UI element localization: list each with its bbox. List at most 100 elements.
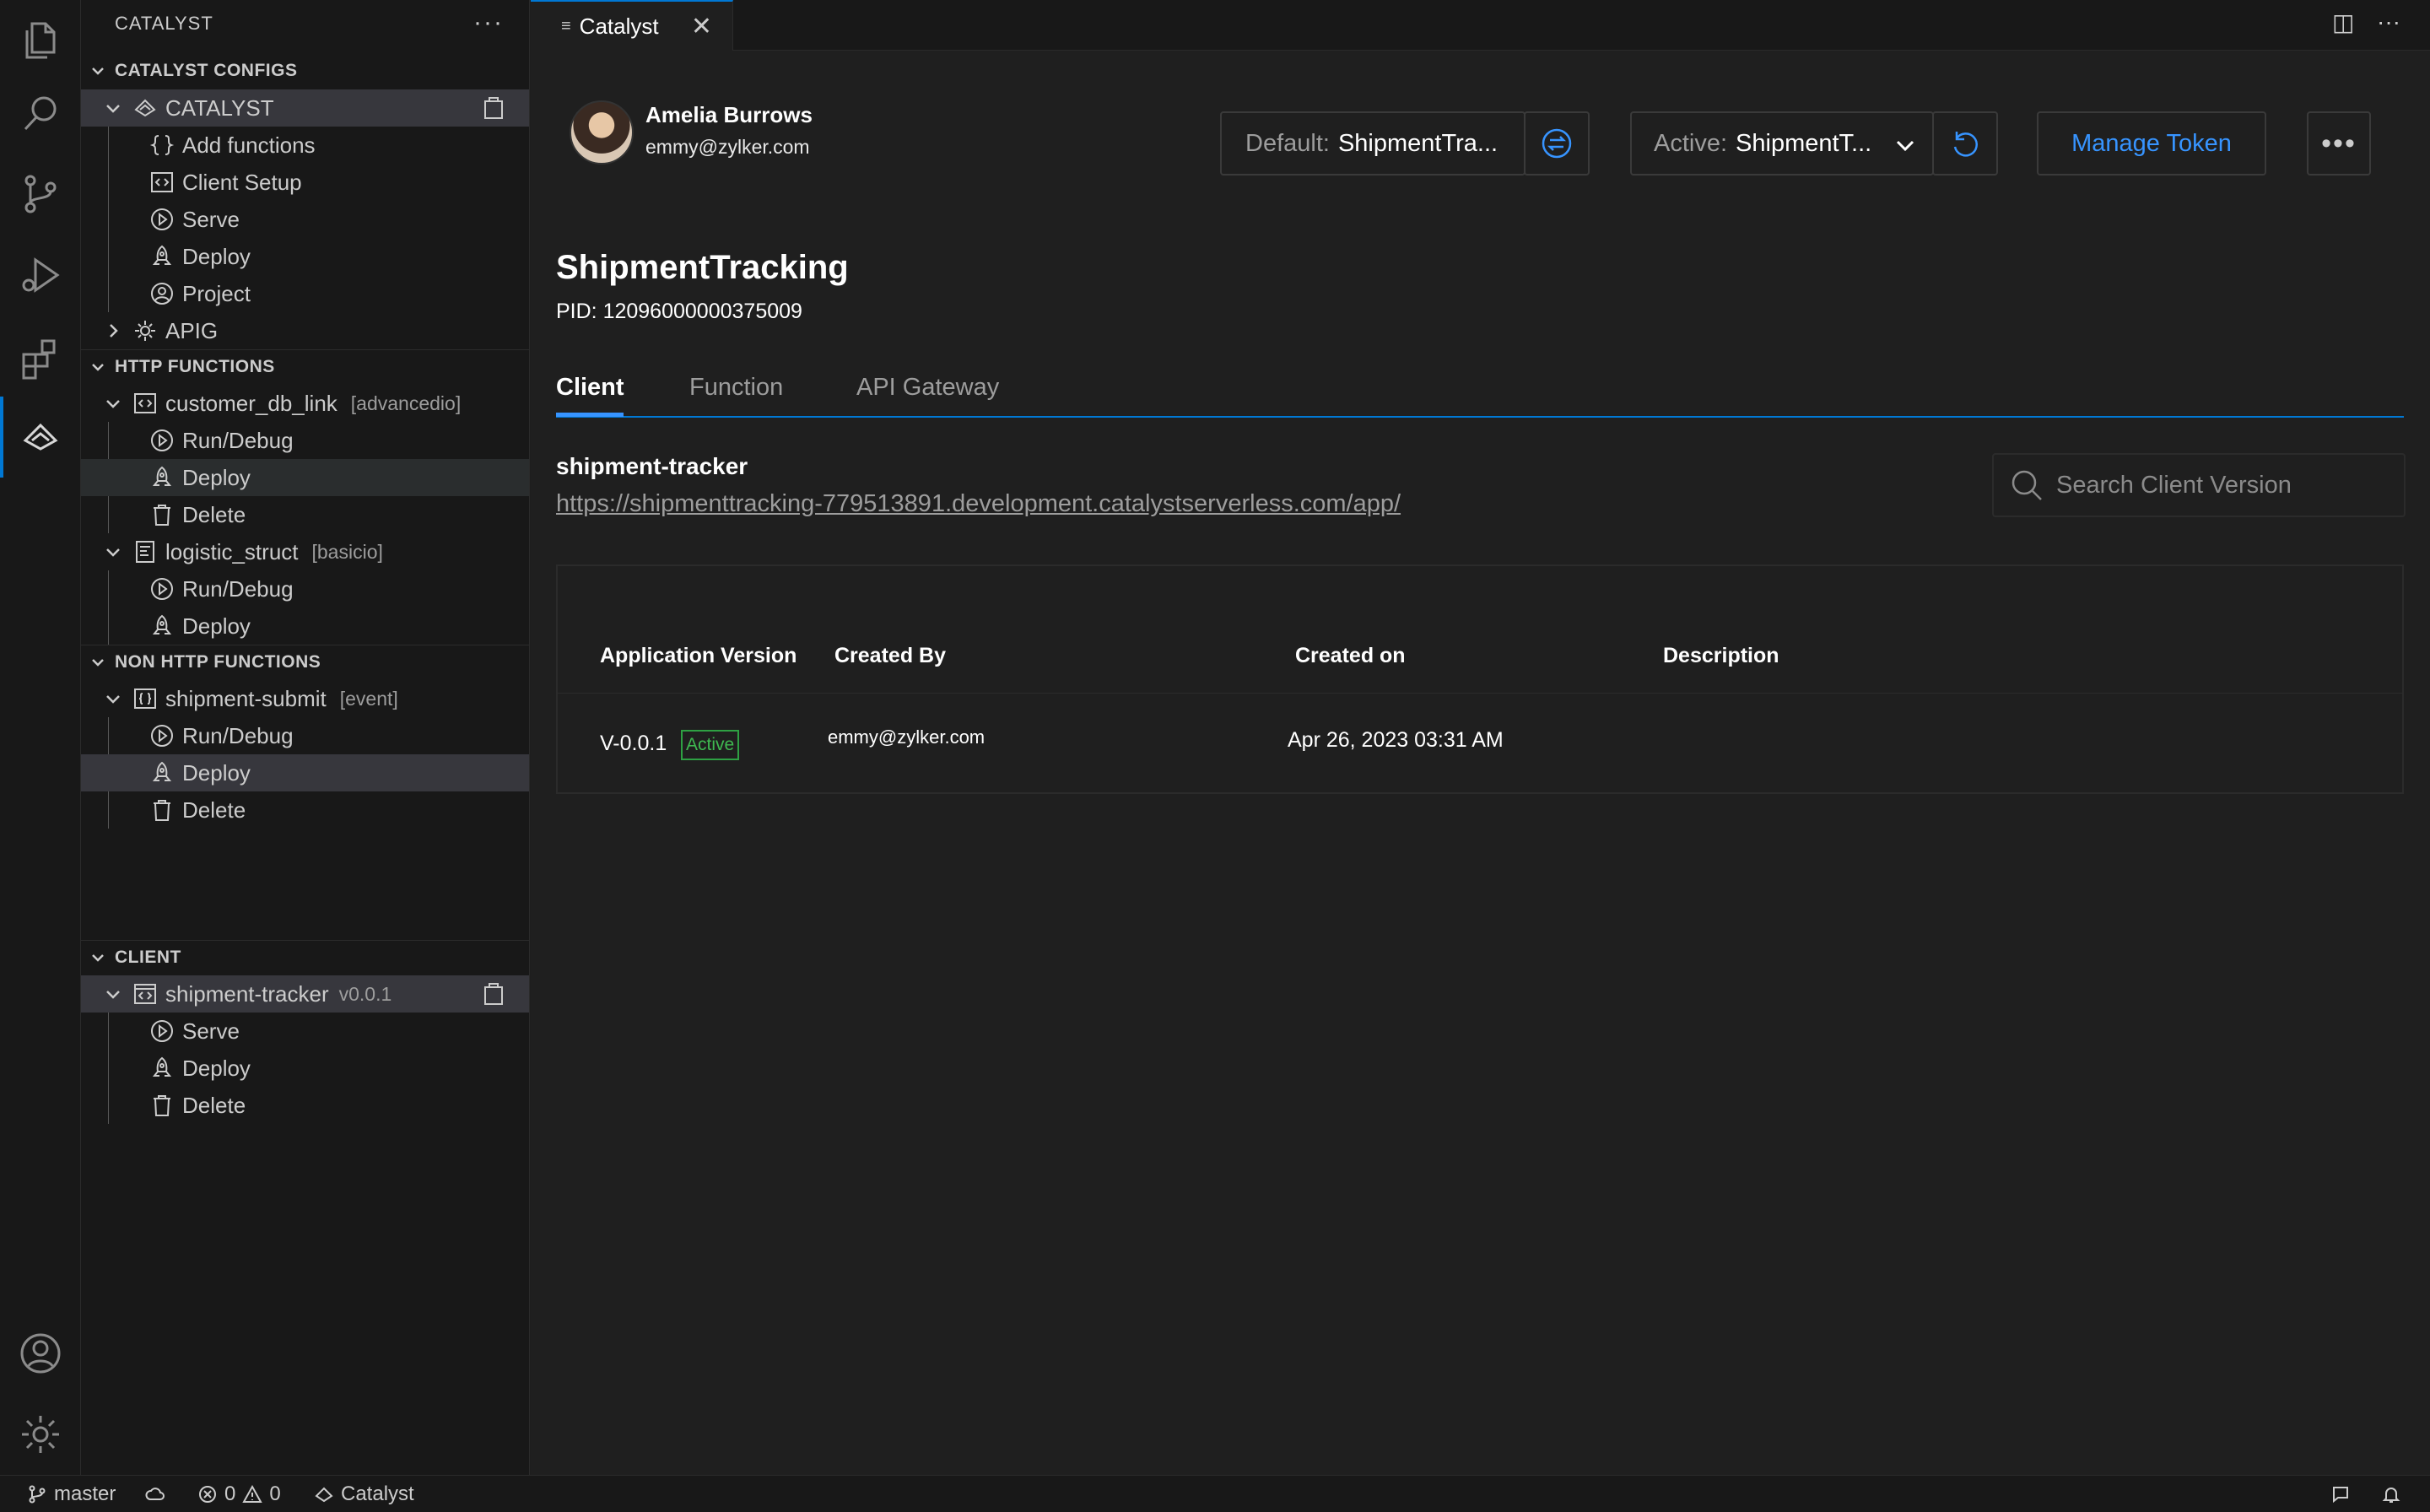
client-app-name: shipment-tracker [556,453,748,479]
extensions-icon[interactable] [0,317,81,398]
tree-item-shipment-tracker[interactable]: shipment-tracker v0.0.1 [81,975,529,1012]
chevron-down-icon [81,359,115,375]
notifications-status[interactable] [2381,1476,2401,1512]
tree-item-label: Deploy [182,1055,251,1081]
problems-status[interactable]: 0 0 [197,1476,281,1512]
function-type-tag: [basicio] [311,540,383,563]
feedback-status[interactable] [2330,1476,2351,1512]
sidebar-more-button[interactable]: ··· [473,8,504,37]
tab-catalyst[interactable]: ≡ Catalyst ✕ [531,0,733,51]
catalyst-icon[interactable] [0,397,81,478]
manage-token-button[interactable]: Manage Token [2037,111,2266,176]
tree-item-customer-db-link[interactable]: customer_db_link [advancedio] [81,385,529,422]
warning-icon [242,1484,263,1503]
bell-icon [2382,1488,2400,1503]
tree-item-deploy[interactable]: Deploy [81,754,529,791]
chevron-down-icon [101,96,125,120]
created-by-cell: emmy@zylker.com [828,726,986,748]
tree-item-delete[interactable]: Delete [81,1087,529,1124]
tab-api-gateway[interactable]: API Gateway [856,374,999,402]
copy-client-icon[interactable] [480,980,507,1007]
error-count: 0 [224,1482,236,1505]
chevron-down-icon [101,392,125,415]
tree-item-add-functions[interactable]: Add functions [81,127,529,164]
run-debug-icon[interactable] [0,235,81,316]
section-catalyst-configs[interactable]: CATALYST CONFIGS [81,54,529,88]
switch-default-button[interactable] [1524,111,1590,176]
branch-status[interactable]: master [27,1476,116,1512]
project-id: PID: 12096000000375009 [556,300,802,323]
user-name: Amelia Burrows [645,102,813,127]
copy-config-icon[interactable] [480,94,507,122]
tree-item-client-setup[interactable]: Client Setup [81,164,529,201]
tree-item-deploy[interactable]: Deploy [81,459,529,496]
function-code-icon [130,388,160,418]
account-icon[interactable] [0,1313,81,1394]
status-bar: master 0 0 Catalyst [0,1475,2430,1512]
tree-item-run-debug[interactable]: Run/Debug [81,422,529,459]
git-branch-icon [29,1485,46,1504]
tree-item-logistic-struct[interactable]: logistic_struct [basicio] [81,533,529,570]
function-type-tag: [event] [339,687,398,710]
tree-item-catalyst-root[interactable]: CATALYST [81,89,529,127]
tree-item-label: Run/Debug [182,575,294,602]
function-name: logistic_struct [165,538,299,564]
search-input[interactable] [2056,471,2394,500]
section-client[interactable]: CLIENT [81,940,529,974]
chevron-down-icon [101,687,125,710]
tree-item-label: Deploy [182,243,251,269]
catalyst-status[interactable]: Catalyst [314,1476,414,1512]
tree-item-run-debug[interactable]: Run/Debug [81,570,529,608]
default-project-select[interactable]: Default: ShipmentTra... [1220,111,1526,176]
chevron-down-icon [101,982,125,1006]
source-control-icon[interactable] [0,154,81,235]
tab-function[interactable]: Function [689,374,783,402]
tab-client[interactable]: Client [556,374,624,402]
trash-icon [147,1090,177,1120]
refresh-icon [1953,132,1978,157]
client-app-url[interactable]: https://shipmenttracking-779513891.devel… [556,490,1401,518]
close-icon[interactable]: ✕ [691,12,712,41]
tree-item-shipment-submit[interactable]: shipment-submit [event] [81,680,529,717]
activity-bar [0,0,81,1475]
tree-item-label: Deploy [182,464,251,490]
tree-item-serve[interactable]: Serve [81,1012,529,1050]
settings-gear-icon[interactable] [0,1394,81,1475]
error-icon [199,1486,216,1503]
tree-item-serve[interactable]: Serve [81,201,529,238]
column-header: Application Version [600,644,797,667]
more-actions-icon[interactable]: ··· [2377,8,2400,35]
tree-item-run-debug[interactable]: Run/Debug [81,717,529,754]
tree-item-deploy[interactable]: Deploy [81,608,529,645]
explorer-icon[interactable] [0,0,81,81]
play-circle-icon [147,425,177,456]
tree-item-delete[interactable]: Delete [81,791,529,829]
project-title: ShipmentTracking [556,249,849,286]
split-editor-icon[interactable]: ◫ [2332,8,2354,36]
play-circle-icon [147,574,177,604]
client-version-tag: v0.0.1 [338,982,392,1005]
section-non-http-functions[interactable]: NON HTTP FUNCTIONS [81,645,529,678]
tree-item-label: APIG [165,317,219,343]
tree-item-apig[interactable]: APIG [81,312,529,349]
active-project-select[interactable]: Active: ShipmentT... [1630,111,1934,176]
catalyst-logo-icon [315,1487,333,1503]
user-email: emmy@zylker.com [645,136,810,158]
more-options-button[interactable]: ••• [2307,111,2371,176]
tree-item-deploy[interactable]: Deploy [81,1050,529,1087]
play-circle-icon [147,1016,177,1046]
search-icon[interactable] [0,73,81,154]
refresh-button[interactable] [1932,111,1998,176]
play-circle-icon [147,204,177,235]
section-http-functions[interactable]: HTTP FUNCTIONS [81,349,529,383]
tree-item-delete[interactable]: Delete [81,496,529,533]
catalyst-sidebar: CATALYST ··· CATALYST CONFIGS CATALYST A… [81,0,530,1475]
sync-status[interactable] [145,1476,165,1512]
tree-item-label: Client Setup [182,169,302,195]
section-label: CLIENT [115,947,181,967]
tree-item-project[interactable]: Project [81,275,529,312]
tree-item-deploy[interactable]: Deploy [81,238,529,275]
tab-label: Catalyst [579,13,659,39]
code-window-icon [147,167,177,197]
chevron-down-icon [81,654,115,671]
